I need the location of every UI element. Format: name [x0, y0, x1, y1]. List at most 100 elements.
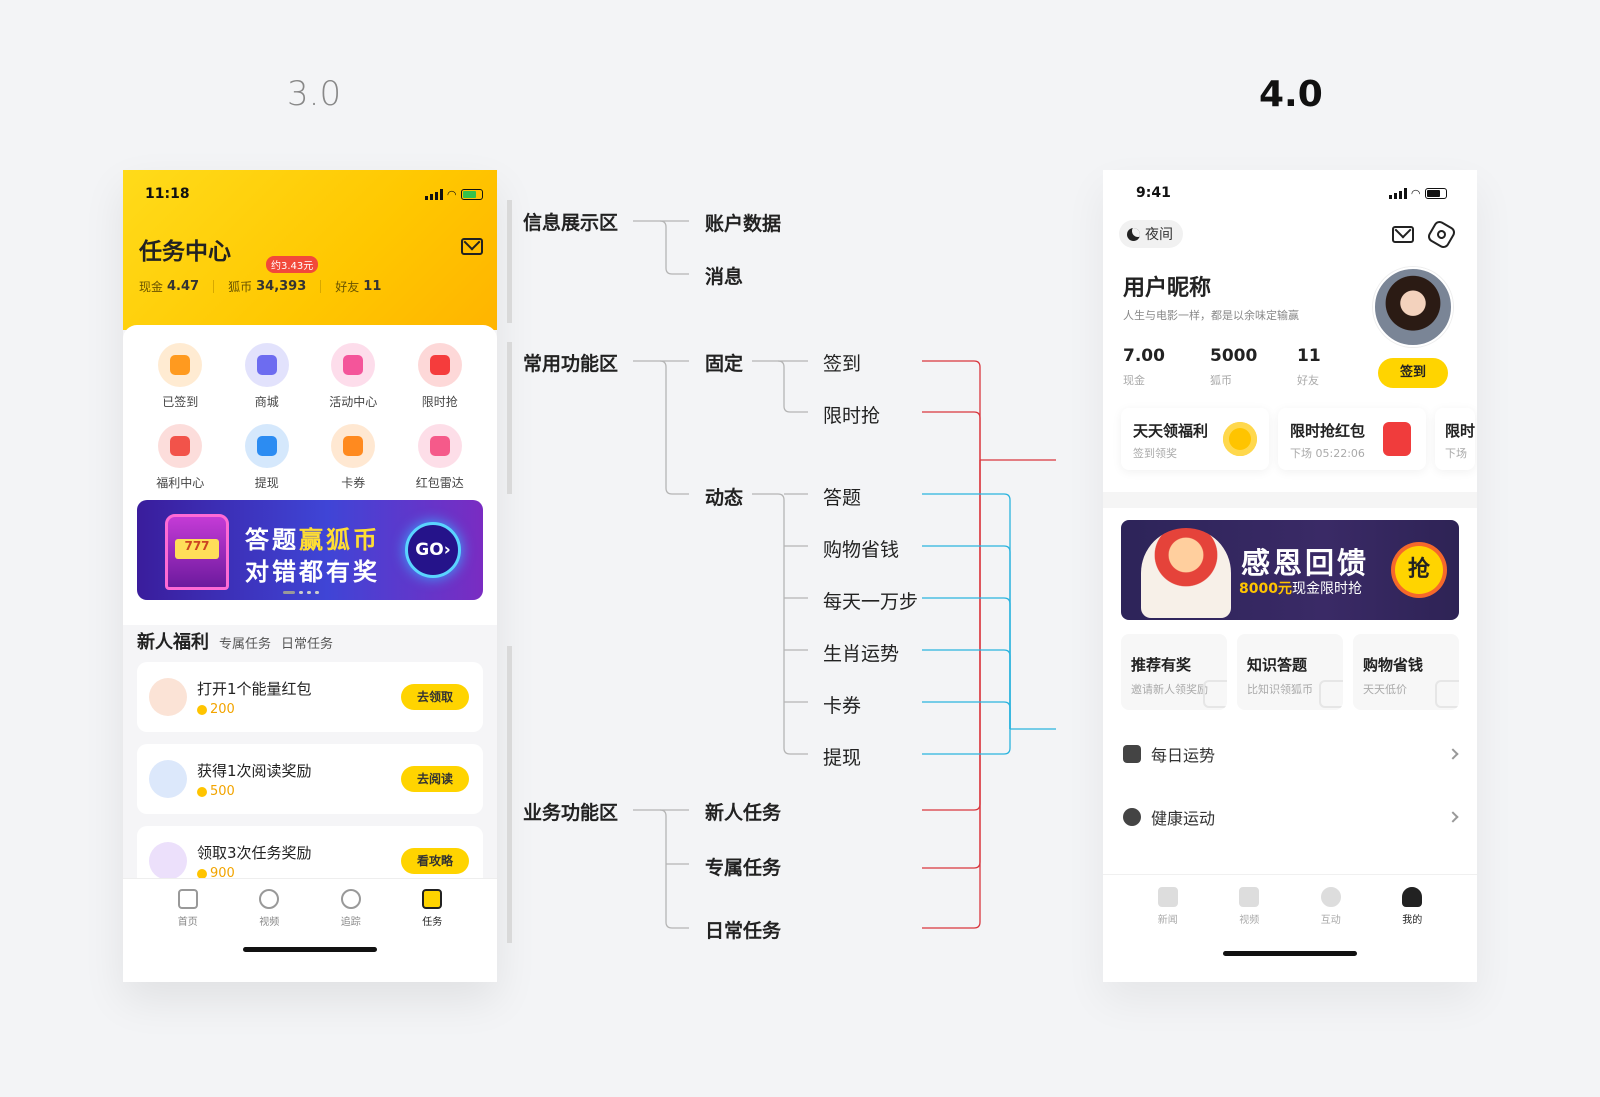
link-red-3	[922, 460, 981, 869]
row-daily-fortune[interactable]: 每日运势	[1123, 734, 1459, 774]
row-daily-fortune-label: 每日运势	[1151, 746, 1216, 765]
node-info-area: 信息展示区	[523, 212, 619, 234]
home-indicator	[1223, 951, 1357, 956]
welfare-cards: 天天领福利 签到领奖 限时抢红包 下场 05:22:06 限时 下场	[1121, 408, 1475, 470]
tree-link-info	[633, 220, 689, 275]
tab-me-label: 我的	[1402, 915, 1423, 926]
tab-bar-v4: 新闻 视频 互动 我的	[1103, 874, 1477, 982]
node-exclusive-task: 专属任务	[705, 857, 782, 879]
mini-card-quiz[interactable]: 知识答题 比知识领狐币	[1237, 634, 1343, 710]
signal-icon	[1388, 187, 1407, 199]
mail-icon[interactable]	[1392, 226, 1414, 243]
stat-cash-value: 7.00	[1123, 346, 1165, 366]
node-daily-task: 日常任务	[705, 920, 782, 942]
moon-icon	[1127, 227, 1140, 241]
tree-link-business	[633, 809, 689, 929]
wifi-icon: ◠	[1411, 186, 1420, 200]
tab-me[interactable]: 我的	[1387, 887, 1437, 926]
node-message: 消息	[705, 266, 744, 288]
section-divider	[1103, 492, 1477, 508]
status-icons-v4: ◠	[1388, 185, 1447, 201]
welfare-card-flash[interactable]: 限时抢红包 下场 05:22:06	[1278, 408, 1426, 470]
coin-icon	[1223, 422, 1257, 456]
stat-friend-value: 11	[1297, 346, 1321, 366]
chevron-right-icon	[1447, 748, 1459, 760]
link-blue-2	[922, 597, 1011, 729]
mini-quiz-title: 知识答题	[1247, 656, 1308, 674]
status-bar-v4: 9:41 ◠	[1136, 185, 1447, 201]
checkin-button[interactable]: 签到	[1378, 358, 1448, 388]
node-flash-sale: 限时抢	[823, 405, 881, 427]
tab-video-label: 视频	[1239, 915, 1260, 926]
calendar-icon	[1123, 745, 1141, 763]
news-icon	[1157, 887, 1178, 907]
stat-coin-value: 5000	[1210, 346, 1258, 366]
avatar[interactable]	[1373, 267, 1453, 347]
node-withdraw: 提现	[823, 747, 862, 769]
node-common-area: 常用功能区	[523, 353, 619, 375]
row-health-label: 健康运动	[1151, 809, 1216, 828]
tree-link-fixed	[752, 360, 808, 413]
mini-card-invite[interactable]: 推荐有奖 邀请新人领奖励	[1121, 634, 1227, 710]
link-blue-0	[922, 493, 1011, 729]
tree-link-business-mid	[660, 809, 689, 865]
promo-title: 感恩回馈	[1241, 546, 1370, 580]
stat-cash-label: 现金	[1123, 374, 1145, 387]
book-icon	[1319, 680, 1343, 708]
welfare-partial-title: 限时	[1445, 422, 1475, 440]
promo-banner[interactable]: 感恩回馈 8000元现金限时抢 抢	[1121, 520, 1459, 620]
mini-card-shopping[interactable]: 购物省钱 天天低价	[1353, 634, 1459, 710]
tab-news[interactable]: 新闻	[1143, 887, 1193, 926]
node-shopping: 购物省钱	[823, 539, 900, 561]
node-checkin: 签到	[823, 353, 862, 375]
tab-video[interactable]: 视频	[1224, 887, 1274, 926]
link-red-4	[922, 460, 981, 929]
node-account-data: 账户数据	[705, 213, 782, 235]
node-business-area: 业务功能区	[523, 802, 619, 824]
settings-icon[interactable]	[1425, 218, 1458, 251]
link-red-0	[922, 360, 981, 460]
link-blue-3	[922, 649, 1011, 729]
night-mode-toggle[interactable]: 夜间	[1119, 220, 1183, 248]
phone-v4: 9:41 ◠ 夜间 用户昵称 人生与电影一样，都是以余味定输赢 7.00 现金 5…	[1103, 170, 1477, 982]
row-health[interactable]: 健康运动	[1123, 797, 1459, 837]
night-mode-label: 夜间	[1145, 227, 1173, 243]
mini-invite-title: 推荐有奖	[1131, 656, 1192, 674]
node-newbie-task: 新人任务	[705, 802, 782, 824]
link-blue-4	[922, 701, 1011, 729]
signature: 人生与电影一样，都是以余味定输赢	[1123, 309, 1299, 322]
node-steps: 每天一万步	[823, 591, 919, 613]
gift-icon	[1203, 680, 1227, 708]
node-coupon: 卡券	[823, 695, 862, 717]
promo-sub: 现金限时抢	[1291, 581, 1362, 597]
red-envelope-icon	[1383, 422, 1411, 456]
node-quiz: 答题	[823, 487, 862, 509]
account-stats-v4: 7.00 现金 5000 狐币 11 好友	[1123, 346, 1384, 388]
stat-cash[interactable]: 7.00 现金	[1123, 346, 1210, 388]
stat-friend-label: 好友	[1297, 374, 1319, 387]
mini-cards: 推荐有奖 邀请新人领奖励 知识答题 比知识领狐币 购物省钱 天天低价	[1121, 634, 1459, 710]
node-fixed: 固定	[705, 353, 744, 375]
welfare-partial-sub: 下场	[1445, 447, 1467, 460]
node-dynamic: 动态	[705, 487, 744, 509]
welfare-card-daily[interactable]: 天天领福利 签到领奖	[1121, 408, 1269, 470]
link-red-1	[922, 411, 981, 460]
promo-amount: 8000元	[1239, 581, 1292, 597]
promo-grab-button[interactable]: 抢	[1395, 546, 1443, 594]
link-red-2	[922, 460, 981, 811]
node-zodiac: 生肖运势	[823, 643, 900, 665]
stat-coin[interactable]: 5000 狐币	[1210, 346, 1297, 388]
tree-link-dynamic	[752, 493, 808, 755]
interact-icon	[1320, 887, 1341, 907]
tab-interact[interactable]: 互动	[1306, 887, 1356, 926]
mascot-illustration	[1141, 528, 1231, 618]
link-blue-5	[922, 729, 1011, 755]
stat-friend[interactable]: 11 好友	[1297, 346, 1384, 388]
battery-icon	[1425, 187, 1447, 199]
nickname: 用户昵称	[1123, 276, 1212, 301]
welfare-card-partial[interactable]: 限时 下场	[1435, 408, 1475, 470]
tab-news-label: 新闻	[1157, 915, 1178, 926]
stat-coin-label: 狐币	[1210, 374, 1232, 387]
status-time-v4: 9:41	[1136, 185, 1171, 201]
user-icon	[1402, 887, 1423, 907]
